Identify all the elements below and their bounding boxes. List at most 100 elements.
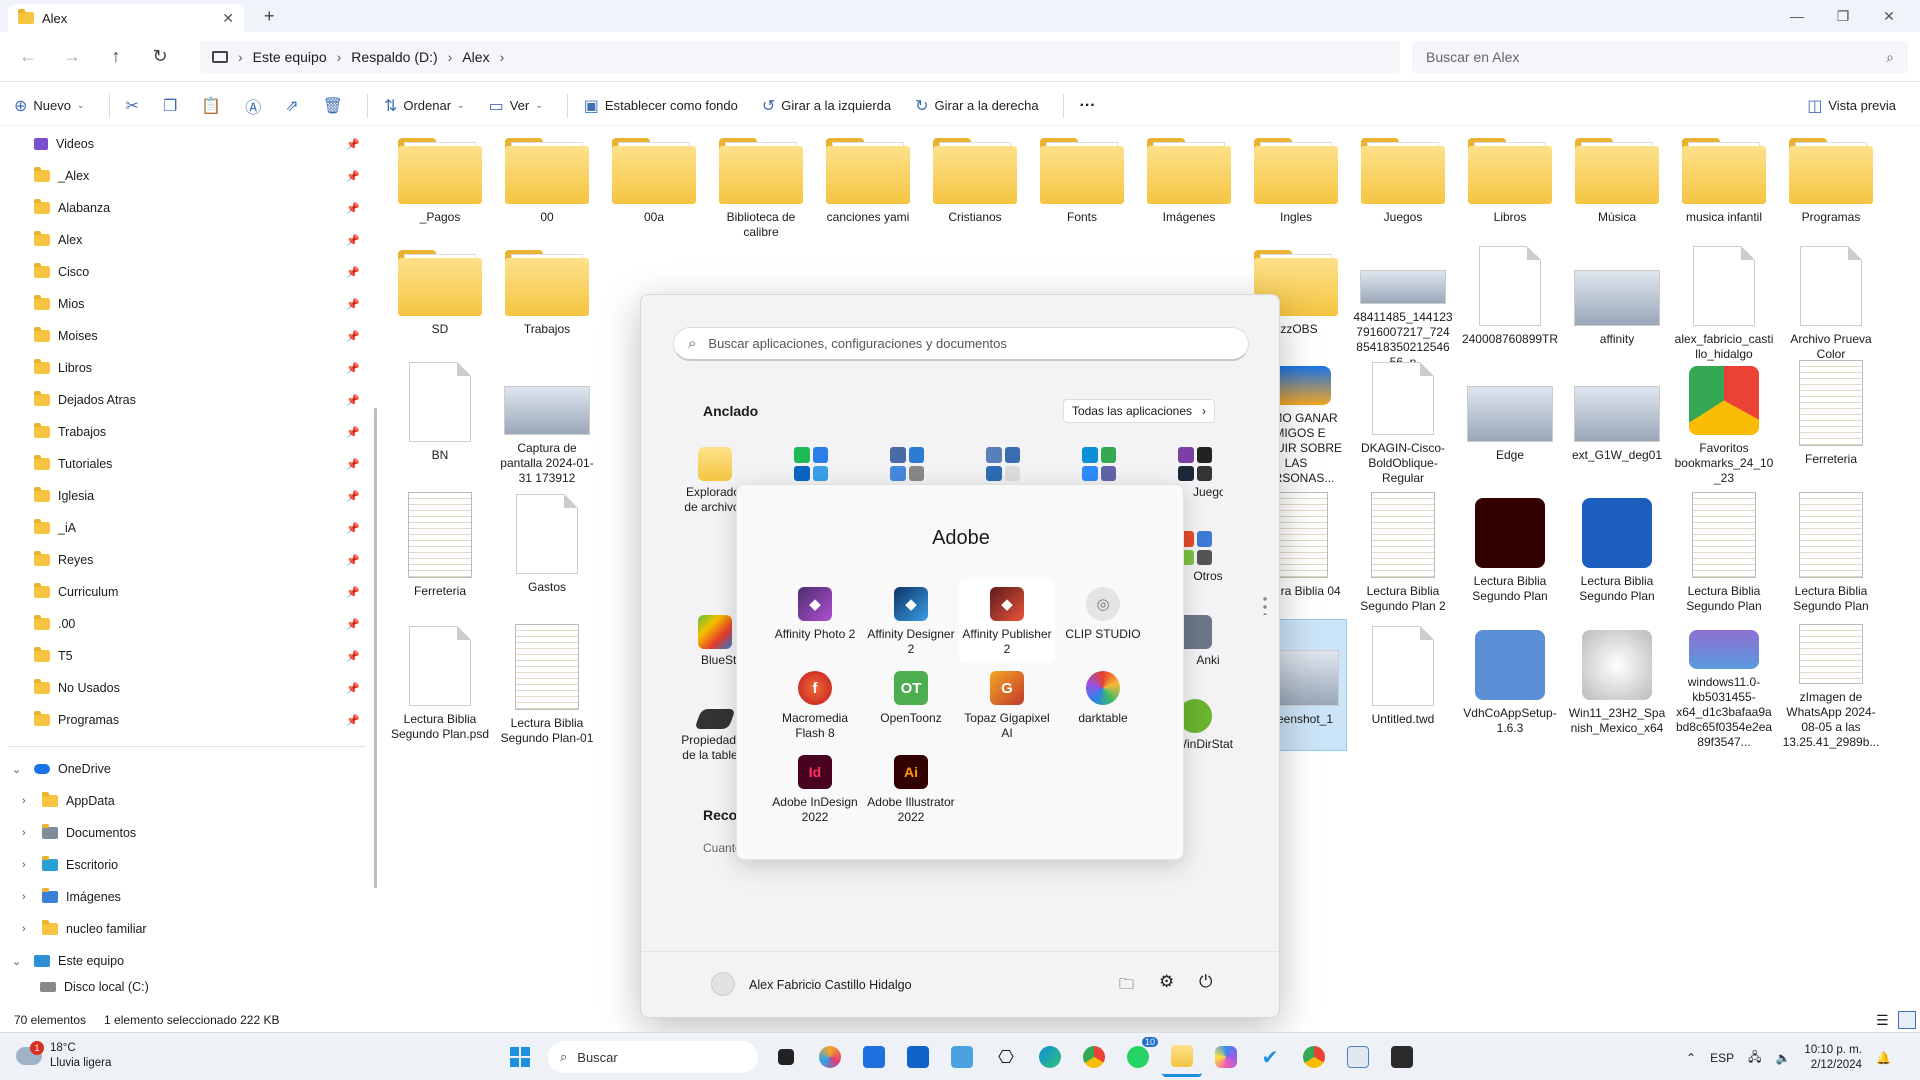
- outlook-icon[interactable]: [898, 1037, 938, 1077]
- sidebar-item[interactable]: Iglesia 📌: [0, 480, 380, 512]
- file-item[interactable]: Lectura Biblia Segundo Plan: [1674, 488, 1774, 618]
- sidebar-item[interactable]: Cisco 📌: [0, 256, 380, 288]
- copilot-icon[interactable]: [810, 1037, 850, 1077]
- folder-item[interactable]: 00a: [604, 128, 704, 258]
- sidebar-item[interactable]: .00 📌: [0, 608, 380, 640]
- folder-item[interactable]: Juegos: [1353, 128, 1453, 258]
- sidebar-item-this-pc[interactable]: ⌄ Este equipo: [0, 945, 380, 977]
- search-input[interactable]: Buscar en Alex ⌕: [1412, 41, 1908, 73]
- sidebar-item[interactable]: Tutoriales 📌: [0, 448, 380, 480]
- file-item[interactable]: Lectura Biblia Segundo Plan: [1460, 488, 1560, 618]
- tasks-icon[interactable]: ✔: [1250, 1037, 1290, 1077]
- file-item[interactable]: Gastos: [497, 488, 597, 618]
- rename-button[interactable]: Ⓐ: [245, 94, 261, 118]
- folder-item[interactable]: Trabajos: [497, 240, 597, 370]
- file-item[interactable]: windows11.0-kb5031455-x64_d1c3bafaa9abd8…: [1674, 620, 1774, 750]
- breadcrumb-respaldo[interactable]: Respaldo (D:): [351, 49, 437, 65]
- app-darktable[interactable]: darktable: [1055, 671, 1151, 726]
- all-apps-button[interactable]: Todas las aplicaciones ›: [1063, 399, 1215, 423]
- file-item[interactable]: Lectura Biblia Segundo Plan: [1781, 488, 1881, 618]
- file-item[interactable]: VdhCoAppSetup-1.6.3: [1460, 620, 1560, 750]
- pinned-folder-media[interactable]: [763, 447, 859, 485]
- user-name[interactable]: Alex Fabricio Castillo Hidalgo: [749, 978, 912, 992]
- start-button[interactable]: [500, 1037, 540, 1077]
- file-item[interactable]: ext_G1W_deg01: [1567, 356, 1667, 486]
- minimize-icon[interactable]: —: [1774, 0, 1820, 32]
- breadcrumb-este-equipo[interactable]: Este equipo: [253, 49, 327, 65]
- file-item[interactable]: Edge: [1460, 356, 1560, 486]
- pinned-folder-tools[interactable]: [955, 447, 1051, 485]
- file-item[interactable]: Ferreteria: [1781, 356, 1881, 486]
- file-item[interactable]: Lectura Biblia Segundo Plan: [1567, 488, 1667, 618]
- sidebar-item[interactable]: T5 📌: [0, 640, 380, 672]
- copilot-app-icon[interactable]: [1206, 1037, 1246, 1077]
- file-item[interactable]: Untitled.twd: [1353, 620, 1453, 750]
- sidebar-item[interactable]: Videos 📌: [0, 128, 380, 160]
- folder-item[interactable]: _Pagos: [390, 128, 490, 258]
- file-item[interactable]: Lectura Biblia Segundo Plan-01: [497, 620, 597, 750]
- sidebar-item-onedrive[interactable]: ⌄ OneDrive: [0, 753, 380, 785]
- sidebar-item[interactable]: Curriculum 📌: [0, 576, 380, 608]
- sidebar-item[interactable]: › Imágenes: [0, 881, 380, 913]
- sidebar-item[interactable]: Alex 📌: [0, 224, 380, 256]
- app-affinity-publisher[interactable]: ◆ Affinity Publisher 2: [959, 579, 1055, 663]
- folder-item[interactable]: 00: [497, 128, 597, 258]
- file-item[interactable]: Lectura Biblia Segundo Plan 2: [1353, 488, 1453, 618]
- delete-button[interactable]: 🗑: [323, 96, 343, 116]
- sidebar-item[interactable]: Alabanza 📌: [0, 192, 380, 224]
- new-tab-button[interactable]: +: [264, 6, 275, 27]
- file-item[interactable]: Archivo Prueva Color: [1781, 240, 1881, 370]
- chevron-right-icon[interactable]: ›: [22, 891, 36, 903]
- chevron-right-icon[interactable]: ›: [22, 859, 36, 871]
- whatsapp-icon[interactable]: 10: [1118, 1037, 1158, 1077]
- paste-button[interactable]: 📋: [201, 96, 221, 116]
- task-view-icon[interactable]: [766, 1037, 806, 1077]
- pinned-folder-office[interactable]: [859, 447, 955, 485]
- app-macromedia-flash[interactable]: f Macromedia Flash 8: [767, 671, 863, 741]
- clock[interactable]: 10:10 p. m. 2/12/2024: [1804, 1043, 1862, 1073]
- file-explorer-icon[interactable]: [1162, 1037, 1202, 1077]
- file-item[interactable]: Favoritos bookmarks_24_10_23: [1674, 356, 1774, 486]
- sidebar-item[interactable]: Dejados Atras 📌: [0, 384, 380, 416]
- sidebar-item[interactable]: Moises 📌: [0, 320, 380, 352]
- breadcrumb-alex[interactable]: Alex: [462, 49, 489, 65]
- refresh-icon[interactable]: ↻: [138, 39, 182, 75]
- sidebar-item-disk-c[interactable]: Disco local (C:): [0, 977, 380, 997]
- close-tab-icon[interactable]: ✕: [222, 10, 234, 27]
- chevron-right-icon[interactable]: ›: [22, 795, 36, 807]
- network-icon[interactable]: 🖧: [1748, 1048, 1761, 1069]
- folder-item[interactable]: Música: [1567, 128, 1667, 258]
- up-icon[interactable]: ↑: [94, 39, 138, 75]
- app-indesign[interactable]: Id Adobe InDesign 2022: [767, 755, 863, 825]
- copy-button[interactable]: ❐: [163, 96, 177, 116]
- resource-monitor-icon[interactable]: [1338, 1037, 1378, 1077]
- documents-icon[interactable]: 🗀: [1119, 974, 1134, 999]
- chrome-profile-icon[interactable]: [1294, 1037, 1334, 1077]
- sidebar-item[interactable]: Mios 📌: [0, 288, 380, 320]
- file-item[interactable]: zImagen de WhatsApp 2024-08-05 a las 13.…: [1781, 620, 1881, 750]
- app-affinity-designer[interactable]: ◆ Affinity Designer 2: [863, 587, 959, 657]
- tab-alex[interactable]: Alex ✕: [8, 4, 244, 32]
- sidebar-item[interactable]: _Alex 📌: [0, 160, 380, 192]
- folder-item[interactable]: Ingles: [1246, 128, 1346, 258]
- set-background-button[interactable]: ▣ Establecer como fondo: [584, 96, 738, 116]
- taskbar-search[interactable]: ⌕ Buscar: [548, 1041, 758, 1073]
- folder-item[interactable]: SD: [390, 240, 490, 370]
- view-button[interactable]: ▭ Ver ⌄: [489, 96, 543, 116]
- folder-item[interactable]: Imágenes: [1139, 128, 1239, 258]
- file-item[interactable]: Win11_23H2_Spanish_Mexico_x64: [1567, 620, 1667, 750]
- details-view-icon[interactable]: ☰: [1876, 1012, 1889, 1029]
- file-item[interactable]: Ferreteria: [390, 488, 490, 618]
- address-bar[interactable]: › Este equipo › Respaldo (D:) › Alex ›: [200, 41, 1400, 73]
- folder-item[interactable]: Cristianos: [925, 128, 1025, 258]
- settings-icon[interactable]: ⚙: [1159, 972, 1174, 992]
- edge-icon[interactable]: [1030, 1037, 1070, 1077]
- chevron-right-icon[interactable]: ›: [22, 923, 36, 935]
- sidebar-item[interactable]: Programas 📌: [0, 704, 380, 736]
- weather-widget[interactable]: 1 18°C Lluvia ligera: [16, 1041, 111, 1071]
- sidebar-item[interactable]: › Documentos: [0, 817, 380, 849]
- volume-icon[interactable]: 🔈: [1775, 1051, 1790, 1065]
- app-topaz-gigapixel[interactable]: G Topaz Gigapixel AI: [959, 671, 1055, 741]
- avatar[interactable]: [711, 972, 735, 996]
- power-icon[interactable]: ⏻: [1199, 972, 1212, 992]
